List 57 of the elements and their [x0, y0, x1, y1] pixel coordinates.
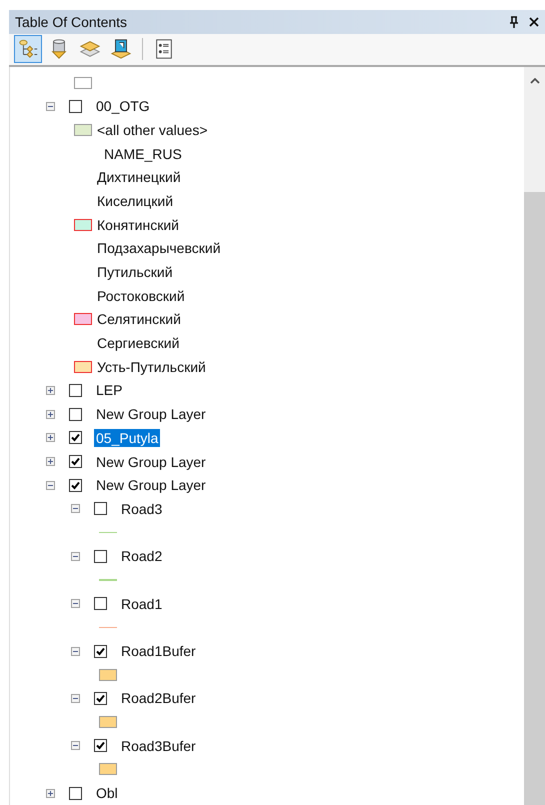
- layer-tree-icon[interactable]: [14, 35, 42, 64]
- layer-checkbox[interactable]: [69, 431, 82, 444]
- layer-checkbox[interactable]: [94, 692, 107, 705]
- layer-checkbox[interactable]: [94, 550, 107, 563]
- collapse-icon[interactable]: [71, 552, 80, 561]
- legend-label: Сергиевский: [97, 335, 180, 352]
- layer-checkbox[interactable]: [94, 502, 107, 516]
- layer-name[interactable]: New Group Layer: [94, 476, 208, 494]
- expand-icon[interactable]: [46, 457, 55, 466]
- collapse-icon[interactable]: [71, 504, 80, 514]
- close-icon[interactable]: [529, 16, 539, 27]
- layer-name[interactable]: Road3Bufer: [119, 736, 198, 755]
- expand-icon[interactable]: [46, 386, 55, 395]
- pin-icon[interactable]: [509, 16, 519, 28]
- legend-label: Усть-Путильский: [97, 358, 206, 375]
- layer-name[interactable]: Road2Bufer: [119, 689, 198, 708]
- layer-name[interactable]: LEP: [94, 381, 124, 400]
- layer-name[interactable]: Obl: [94, 784, 120, 802]
- legend-label: Конятинский: [97, 216, 179, 233]
- expand-icon[interactable]: [46, 433, 55, 442]
- scrollbar[interactable]: [524, 66, 545, 805]
- layer-checkbox[interactable]: [69, 786, 82, 800]
- panel-title: Table Of Contents: [15, 14, 128, 30]
- scroll-up-icon[interactable]: [530, 78, 540, 84]
- expand-icon[interactable]: [46, 788, 55, 798]
- layer-name[interactable]: 05_Putyla: [94, 428, 160, 447]
- layer-name[interactable]: Road1: [119, 594, 164, 613]
- layer-checkbox[interactable]: [69, 408, 82, 421]
- layer-checkbox[interactable]: [94, 644, 107, 658]
- legend-label: Путильский: [97, 264, 173, 280]
- collapse-icon[interactable]: [71, 694, 80, 703]
- collapse-icon[interactable]: [71, 599, 80, 608]
- collapse-icon[interactable]: [71, 741, 80, 750]
- layer-checkbox[interactable]: [69, 384, 82, 397]
- legend-label: Дихтинецкий: [97, 169, 181, 186]
- collapse-icon[interactable]: [46, 480, 55, 490]
- layer-name[interactable]: New Group Layer: [94, 405, 208, 424]
- scrollbar-thumb[interactable]: [524, 192, 545, 805]
- layer-name[interactable]: Road2: [119, 547, 164, 566]
- expand-icon[interactable]: [46, 410, 55, 419]
- legend-label: NAME_RUS: [104, 146, 182, 162]
- layer-checkbox[interactable]: [69, 478, 82, 492]
- layer-name[interactable]: Road1Bufer: [119, 642, 198, 660]
- layer-name[interactable]: Road3: [119, 500, 164, 518]
- legend-label: Ростоковский: [97, 288, 185, 304]
- layer-checkbox[interactable]: [69, 455, 82, 468]
- collapse-icon[interactable]: [46, 102, 55, 111]
- layer-checkbox[interactable]: [94, 597, 107, 610]
- collapse-icon[interactable]: [71, 646, 80, 656]
- legend-label: Киселицкий: [97, 192, 174, 209]
- layer-checkbox[interactable]: [94, 739, 107, 752]
- layer-name[interactable]: New Group Layer: [94, 452, 208, 471]
- legend-label: Подзахарычевский: [97, 240, 221, 256]
- layer-checkbox[interactable]: [69, 100, 82, 113]
- legend-label: Селятинский: [97, 311, 181, 328]
- legend-label: <all other values>: [97, 122, 208, 138]
- layer-name[interactable]: 00_OTG: [94, 97, 152, 116]
